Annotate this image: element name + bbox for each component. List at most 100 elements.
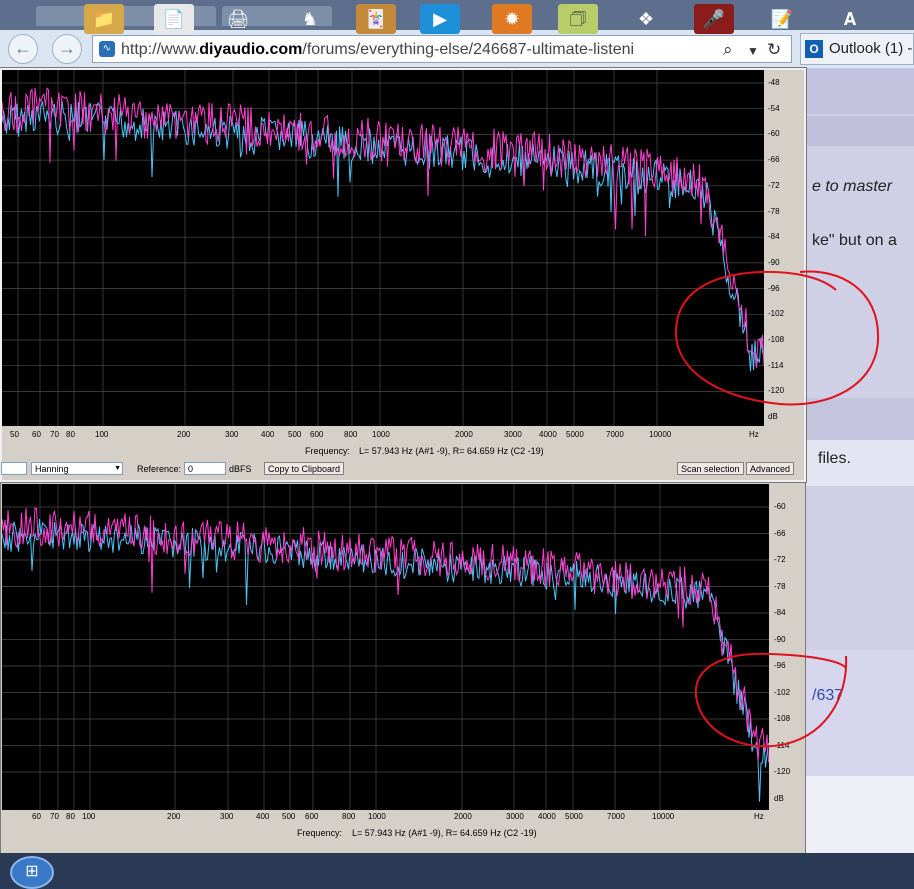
- x-tick-label: 5000: [566, 430, 584, 439]
- x-tick-label: 800: [344, 430, 358, 439]
- back-button[interactable]: ←: [8, 34, 38, 64]
- back-arrow-icon: ←: [14, 38, 32, 58]
- advanced-button[interactable]: Advanced: [746, 462, 795, 475]
- y-tick-label: -72: [774, 555, 786, 564]
- photo-gallery-icon[interactable]: ✹: [492, 4, 532, 34]
- x-tick-label: Hz: [754, 812, 764, 821]
- x-tick-label: 400: [261, 430, 275, 439]
- x-tick-label: 200: [177, 430, 191, 439]
- x-tick-label: 5000: [565, 812, 583, 821]
- frequency-label: Frequency:: [297, 828, 343, 838]
- chevron-down-icon: ▼: [114, 465, 121, 472]
- reference-label: Reference:: [137, 464, 182, 474]
- chess-icon[interactable]: ♞: [290, 4, 330, 34]
- x-tick-label: 1000: [372, 430, 390, 439]
- spectrum-trace: [2, 518, 769, 802]
- page-band: [806, 116, 914, 146]
- x-tick-label: 80: [66, 430, 75, 439]
- y-tick-label: -54: [768, 103, 780, 113]
- text-editor-icon[interactable]: 𝐀: [830, 4, 870, 34]
- media-player-icon[interactable]: ▶: [420, 4, 460, 34]
- y-tick-label: -90: [774, 634, 786, 644]
- x-tick-label: 200: [167, 812, 181, 821]
- outlook-tab-label: Outlook (1) -: [829, 40, 913, 57]
- y-tick-label: -114: [768, 360, 784, 370]
- url-text[interactable]: http://www.diyaudio.com/forums/everythin…: [121, 41, 711, 59]
- y-tick-label: -60: [768, 129, 780, 139]
- y-tick-label: -66: [774, 528, 786, 538]
- spectrum-plot-bottom: [2, 484, 769, 810]
- forward-button[interactable]: →: [52, 34, 82, 64]
- x-tick-label: 50: [10, 430, 19, 439]
- x-tick-label: 10000: [649, 430, 672, 439]
- games-folder-icon[interactable]: ❖: [626, 4, 666, 34]
- y-tick-label: dB: [774, 793, 784, 803]
- site-favicon-icon: ∿: [99, 41, 115, 57]
- navigation-bar: ← → ∿ http://www.diyaudio.com/forums/eve…: [0, 30, 914, 69]
- x-tick-label: 1000: [368, 812, 386, 821]
- window-function-value: Hanning: [35, 464, 69, 474]
- outlook-icon: O: [805, 40, 823, 58]
- y-tick-label: -66: [768, 155, 780, 165]
- x-tick-label: 400: [256, 812, 270, 821]
- audio-app-icon[interactable]: 🎤: [694, 4, 734, 34]
- y-tick-label: -96: [768, 283, 780, 293]
- spectrum-plot-top: [2, 70, 764, 426]
- scanner-icon[interactable]: 🖨: [218, 4, 258, 34]
- page-band: [806, 650, 914, 776]
- x-tick-label: Hz: [749, 430, 759, 439]
- window-function-select[interactable]: Hanning ▼: [31, 462, 123, 475]
- page-band: [806, 776, 914, 853]
- post-text: ke" but on a: [812, 232, 897, 249]
- y-tick-label: -84: [768, 232, 780, 242]
- x-tick-label: 4000: [538, 812, 556, 821]
- reference-unit: dBFS: [229, 464, 252, 474]
- x-tick-label: 100: [82, 812, 96, 821]
- forward-arrow-icon: →: [58, 38, 76, 58]
- x-tick-label: 100: [95, 430, 109, 439]
- file-explorer-icon[interactable]: 📁: [84, 4, 124, 34]
- frequency-label: Frequency:: [305, 446, 351, 456]
- x-tick-label: 10000: [652, 812, 675, 821]
- outlook-tab[interactable]: O Outlook (1) -: [800, 33, 914, 65]
- windows-start-icon[interactable]: ⊞: [10, 856, 54, 889]
- refresh-icon[interactable]: ↻: [767, 40, 781, 60]
- frequency-readout: L= 57.943 Hz (A#1 -9), R= 64.659 Hz (C2 …: [359, 446, 544, 456]
- x-tick-label: 600: [305, 812, 319, 821]
- url-domain: diyaudio.com: [199, 41, 303, 58]
- x-tick-label: 3000: [504, 430, 522, 439]
- notes-icon[interactable]: 🗇: [558, 4, 598, 34]
- x-tick-label: 60: [32, 430, 41, 439]
- game-icon[interactable]: 🃏: [356, 4, 396, 34]
- search-icon[interactable]: ⌕: [723, 40, 733, 60]
- reference-input[interactable]: 0: [184, 462, 226, 475]
- y-tick-label: -72: [768, 180, 780, 190]
- y-tick-label: -120: [768, 386, 785, 396]
- y-tick-label: -60: [774, 502, 786, 511]
- size-select[interactable]: [1, 462, 27, 475]
- document-icon[interactable]: 📄: [154, 4, 194, 34]
- y-tick-label: -96: [774, 661, 786, 670]
- x-tick-label: 2000: [454, 812, 472, 821]
- y-tick-label: -84: [774, 608, 786, 617]
- copy-to-clipboard-button[interactable]: Copy to Clipboard: [264, 462, 345, 475]
- taskbar: [0, 853, 914, 889]
- notepad-icon[interactable]: 📝: [762, 4, 802, 34]
- x-tick-label: 7000: [607, 812, 625, 821]
- y-tick-label: -90: [768, 257, 780, 267]
- x-tick-label: 3000: [506, 812, 524, 821]
- y-tick-label: -114: [774, 740, 790, 750]
- spectrum-trace: [2, 507, 769, 763]
- dropdown-icon[interactable]: ▼: [747, 44, 759, 58]
- x-tick-label: 500: [288, 430, 302, 439]
- page-band: [806, 68, 914, 114]
- address-bar[interactable]: ∿ http://www.diyaudio.com/forums/everyth…: [92, 35, 792, 63]
- post-link[interactable]: /637: [812, 687, 843, 705]
- x-tick-label: 300: [225, 430, 239, 439]
- x-tick-label: 80: [66, 812, 75, 821]
- y-tick-label: -120: [774, 767, 791, 776]
- url-path: /forums/everything-else/246687-ultimate-…: [302, 41, 635, 58]
- x-tick-label: 70: [50, 812, 59, 821]
- scan-selection-button[interactable]: Scan selection: [677, 462, 744, 475]
- x-tick-label: 2000: [455, 430, 473, 439]
